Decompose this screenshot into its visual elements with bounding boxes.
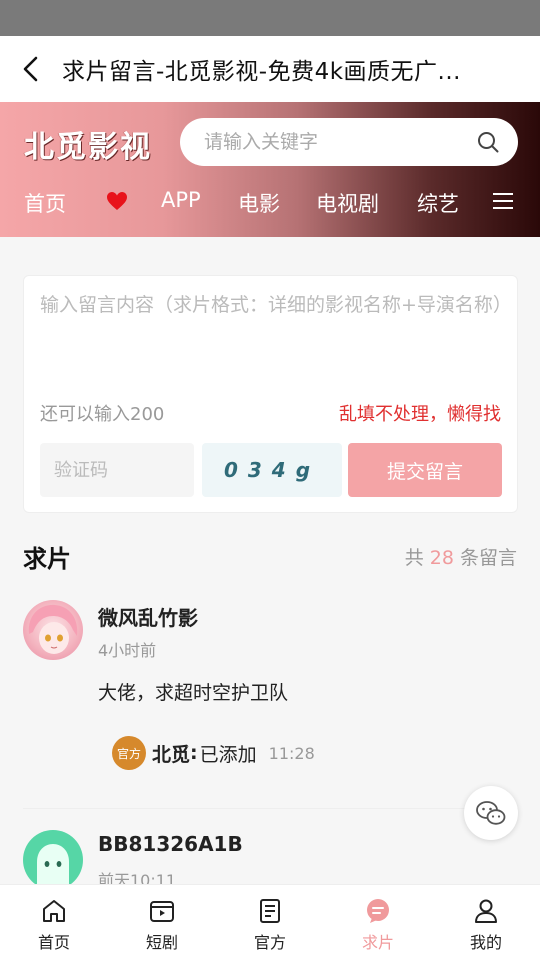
site-logo[interactable]: 北觅影视 (24, 122, 152, 166)
tab-short-drama[interactable]: 短剧 (108, 885, 216, 960)
nav-item-variety[interactable]: 综艺 (417, 188, 459, 218)
tab-label: 首页 (37, 933, 70, 952)
wechat-icon (476, 801, 506, 825)
nav-item-tv[interactable]: 电视剧 (316, 188, 379, 218)
submit-button[interactable]: 提交留言 (348, 443, 502, 497)
username: 微风乱竹影 (98, 606, 198, 630)
captcha-image[interactable]: 034g (202, 443, 342, 497)
chat-bubble-icon (367, 899, 389, 923)
titlebar: 求片留言-北觅影视-免费4k画质无广... (0, 36, 540, 102)
divider (23, 808, 518, 809)
captcha-input[interactable] (40, 443, 194, 497)
message-input[interactable] (40, 290, 503, 390)
tab-label: 官方 (253, 933, 286, 952)
bottom-tabbar: 首页 短剧 官方 求片 我的 (0, 884, 540, 960)
page-title: 求片留言-北觅影视-免费4k画质无广... (62, 59, 461, 85)
back-button[interactable] (0, 36, 62, 102)
count-prefix: 共 (404, 547, 424, 569)
heart-icon[interactable] (106, 191, 128, 211)
message-list: 微风乱竹影 4小时前 大佬，求超时空护卫队 官方 北觅 : 已添加 11:28 … (0, 580, 540, 910)
tab-label: 我的 (469, 933, 502, 952)
status-bar (0, 0, 540, 36)
section-header: 求片 共 28 条留言 (0, 535, 540, 579)
message-content: 大佬，求超时空护卫队 (98, 682, 289, 704)
message-count: 共 28 条留言 (405, 543, 517, 570)
reply-author: 北觅 (152, 743, 191, 766)
chevron-left-icon (23, 56, 38, 82)
anime-avatar-icon (28, 604, 78, 654)
reply-time: 11:28 (268, 743, 315, 763)
tab-home[interactable]: 首页 (0, 885, 108, 960)
nav-item-app[interactable]: APP (161, 188, 201, 212)
ghost-avatar-icon (37, 844, 69, 890)
wechat-share-button[interactable] (464, 786, 518, 840)
tab-label: 短剧 (145, 933, 178, 952)
home-icon (43, 900, 65, 922)
search-icon[interactable] (476, 130, 500, 154)
tab-request[interactable]: 求片 (324, 885, 432, 960)
warning-text: 乱填不处理，懒得找 (339, 404, 501, 425)
reply-text: 已添加 (199, 743, 257, 766)
count-suffix: 条留言 (459, 547, 517, 569)
list-item: 微风乱竹影 4小时前 大佬，求超时空护卫队 官方 北觅 : 已添加 11:28 (0, 580, 540, 810)
captcha-text: 034g (223, 458, 321, 482)
username: BB81326A1B (98, 832, 243, 856)
site-header: 北觅影视 首页 APP 电影 电视剧 综艺 (0, 102, 540, 237)
tab-label: 求片 (361, 933, 394, 952)
user-icon (475, 899, 497, 923)
reply-colon: : (190, 742, 198, 764)
comment-form: 还可以输入200 乱填不处理，懒得找 034g 提交留言 (23, 275, 518, 513)
avatar[interactable] (23, 600, 83, 660)
search-box[interactable] (180, 118, 518, 166)
menu-icon[interactable] (492, 192, 514, 210)
nav-item-home[interactable]: 首页 (24, 188, 66, 218)
category-nav: 首页 APP 电影 电视剧 综艺 (0, 182, 540, 222)
tab-official[interactable]: 官方 (216, 885, 324, 960)
timestamp: 4小时前 (98, 641, 157, 660)
document-icon (260, 899, 280, 923)
official-badge: 官方 (112, 736, 146, 770)
official-reply: 官方 北觅 : 已添加 11:28 (98, 722, 518, 784)
tab-profile[interactable]: 我的 (432, 885, 540, 960)
section-title: 求片 (23, 545, 71, 573)
count-number: 28 (429, 547, 454, 569)
nav-item-movie[interactable]: 电影 (238, 188, 280, 218)
remaining-chars: 还可以输入200 (40, 404, 165, 425)
video-icon (150, 901, 174, 922)
search-input[interactable] (204, 131, 454, 153)
avatar[interactable] (23, 830, 83, 890)
